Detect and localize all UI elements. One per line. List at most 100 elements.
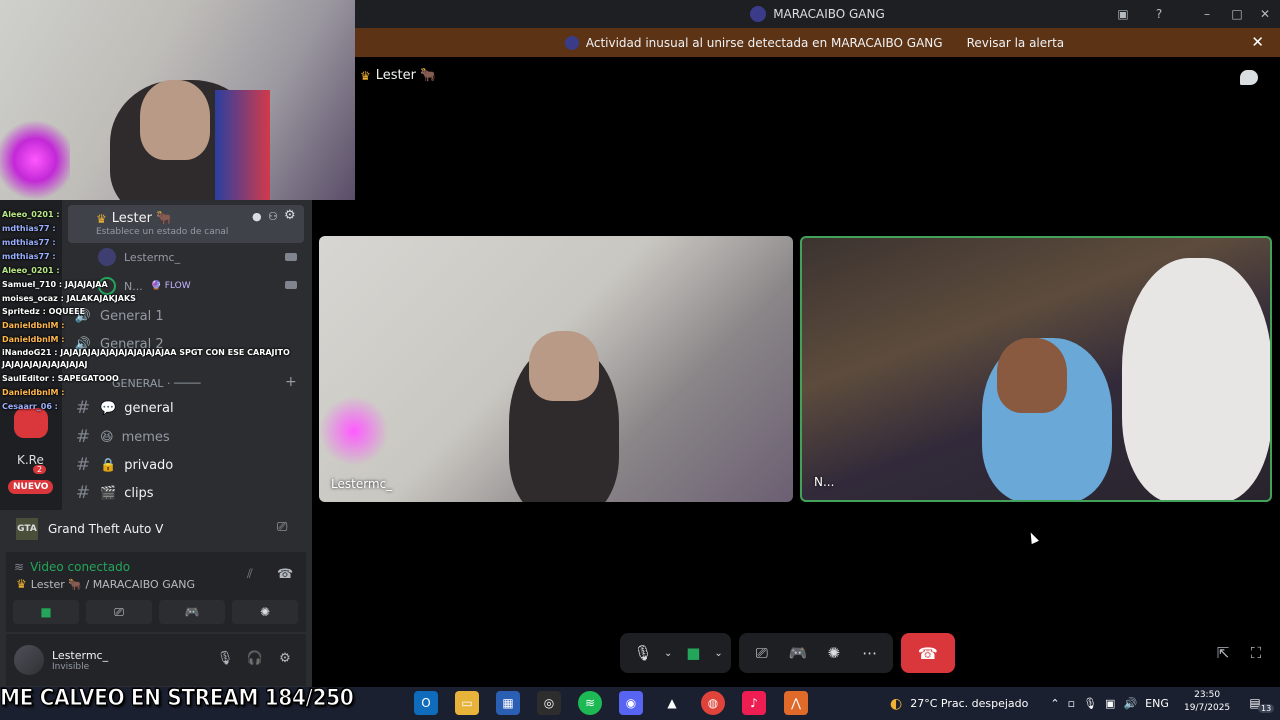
avatar (14, 645, 44, 675)
volume-icon[interactable]: 🔊 (1123, 697, 1137, 710)
chat-message: moises_ocaz : JALAKAJAKJAKS (2, 294, 136, 303)
chat-message: DanieldbnlM : (2, 388, 65, 397)
pop-out-icon[interactable]: ⇱ (1212, 643, 1234, 663)
channel-label: General 1 (100, 309, 164, 324)
tile-name: N... (814, 475, 835, 489)
screen-share-icon[interactable]: ⎚ (277, 520, 287, 535)
chat-message: mdthias77 : (2, 252, 56, 261)
chevron-down-icon[interactable]: ⌄ (714, 648, 722, 659)
inbox-icon[interactable]: ▣ (1108, 0, 1138, 28)
headphones-icon[interactable]: 🎧 (245, 648, 265, 668)
help-icon[interactable]: ? (1144, 0, 1174, 28)
channel-memes[interactable]: # 😆 memes (74, 427, 170, 447)
chat-message: Aleeo_0201 : (2, 266, 60, 275)
channel-privado[interactable]: # 🔒 privado (74, 455, 173, 475)
channel-emoji: 🔒 (100, 457, 117, 473)
gear-icon[interactable]: ⚙ (284, 208, 296, 223)
voice-status-text: Video conectado (30, 560, 131, 574)
member-tag: 🔮 FLOW (150, 281, 191, 291)
activities-button[interactable]: 🎮 (159, 600, 225, 624)
category-header[interactable]: GENERAL · ──── (112, 377, 200, 390)
network-icon[interactable]: ▣ (1105, 697, 1115, 710)
voice-status[interactable]: ≋ Video conectado (14, 560, 130, 574)
voice-channel-general-1[interactable]: 🔊 General 1 (74, 309, 164, 324)
maximize-button[interactable]: □ (1222, 0, 1252, 28)
lamp-glow (0, 120, 70, 200)
activities-icon: 🎮 (184, 605, 200, 619)
file-explorer-icon[interactable]: ▭ (455, 691, 479, 715)
app-icon[interactable]: ▲ (660, 691, 684, 715)
camera-button[interactable]: ■ (13, 600, 79, 624)
close-window-button[interactable]: ✕ (1250, 0, 1280, 28)
channel-clips[interactable]: # 🎬 clips (74, 483, 154, 503)
crown-icon: ♛ (360, 68, 371, 83)
activity-row[interactable]: GTA Grand Theft Auto V (6, 508, 306, 550)
participant-face (529, 331, 599, 401)
discord-icon[interactable]: ◉ (619, 691, 643, 715)
microphone-icon[interactable]: 🎙 (215, 648, 235, 668)
chat-message: iNandoG21 : JAJAJAJAJAJAJAJAJAJAJAJAA SP… (2, 348, 290, 357)
window-title: MARACAIBO GANG (773, 7, 885, 21)
game-name: Grand Theft Auto V (48, 522, 164, 536)
title-bar: MARACAIBO GANG (355, 0, 1280, 28)
noise-suppression-icon[interactable]: ⫽ (247, 567, 253, 582)
more-options-icon[interactable]: ⋯ (855, 638, 885, 668)
tiktok-icon[interactable]: ♪ (742, 691, 766, 715)
store-icon[interactable]: ▦ (496, 691, 520, 715)
soundboard-button[interactable]: ✺ (232, 600, 298, 624)
crown-icon: ♛ (16, 577, 27, 591)
channel-general[interactable]: # 💬 general (74, 398, 174, 418)
soundboard-icon[interactable]: ✺ (819, 638, 849, 668)
hash-icon: # (75, 455, 91, 475)
fullscreen-icon[interactable]: ⛶ (1245, 643, 1267, 663)
chat-message: JAJAJAJAJAJAJAJAJAJ (2, 360, 88, 369)
minimize-button[interactable]: – (1192, 0, 1222, 28)
streamer-webcam (0, 0, 355, 200)
hang-up-button[interactable]: ☎ (900, 633, 955, 673)
server-icon (750, 6, 767, 22)
microphone-icon[interactable]: 🎙 (628, 638, 658, 668)
server-icon[interactable] (14, 408, 48, 438)
screen-share-icon: ⎚ (114, 604, 124, 619)
voice-member[interactable]: N... 🔮 FLOW (98, 277, 191, 295)
add-member-icon[interactable]: ⚇ (268, 210, 278, 223)
spotify-icon[interactable]: ≋ (578, 691, 602, 715)
app-icon[interactable]: ⋀ (784, 691, 808, 715)
chevron-up-icon[interactable]: ⌃ (1050, 697, 1059, 710)
mic-group: 🎙 ⌄ ■ ⌄ (620, 633, 731, 673)
voice-member[interactable]: Lestermc_ (98, 248, 180, 266)
channel-status[interactable]: Establece un estado de canal (96, 227, 228, 237)
tray-app-icon[interactable]: ▫ (1068, 697, 1075, 710)
add-channel-icon[interactable]: + (285, 374, 297, 390)
chevron-down-icon[interactable]: ⌄ (664, 648, 672, 659)
chrome-icon[interactable]: ◍ (701, 691, 725, 715)
language-indicator[interactable]: ENG (1145, 697, 1169, 710)
chat-icon[interactable] (1240, 70, 1258, 85)
avatar (98, 248, 116, 266)
mention-badge: 2 (33, 465, 47, 474)
phone-icon: ☎ (917, 643, 938, 663)
channel-emoji: 🎬 (100, 485, 117, 501)
voice-channel-name: Lester 🐂 (111, 211, 173, 226)
clock[interactable]: 23:50 19/7/2025 (1184, 689, 1230, 715)
microphone-icon[interactable]: 🎙 (1083, 697, 1097, 710)
voice-location[interactable]: ♛ Lester 🐂 / MARACAIBO GANG (16, 577, 195, 591)
chat-icon[interactable]: ● (252, 210, 262, 223)
camera-icon (285, 253, 297, 261)
notification-count: 13 (1258, 704, 1275, 713)
camera-icon[interactable]: ■ (678, 638, 708, 668)
review-alert-button[interactable]: Revisar la alerta (961, 33, 1071, 53)
video-tile-speaking[interactable]: N... (800, 236, 1272, 502)
screen-share-icon[interactable]: ⎚ (747, 638, 777, 668)
outlook-icon[interactable]: O (414, 691, 438, 715)
activities-icon[interactable]: 🎮 (783, 638, 813, 668)
close-alert-icon[interactable]: ✕ (1251, 33, 1264, 51)
weather-text[interactable]: 27°C Prac. despejado (910, 697, 1028, 710)
chat-message: Aleeo_0201 : (2, 210, 60, 219)
app-icon[interactable]: ◎ (537, 691, 561, 715)
tile-name: Lestermc_ (331, 477, 393, 491)
screen-share-button[interactable]: ⎚ (86, 600, 152, 624)
disconnect-icon[interactable]: ☎ (277, 567, 293, 582)
video-tile[interactable]: Lestermc_ (319, 236, 793, 502)
gear-icon[interactable]: ⚙ (275, 648, 295, 668)
